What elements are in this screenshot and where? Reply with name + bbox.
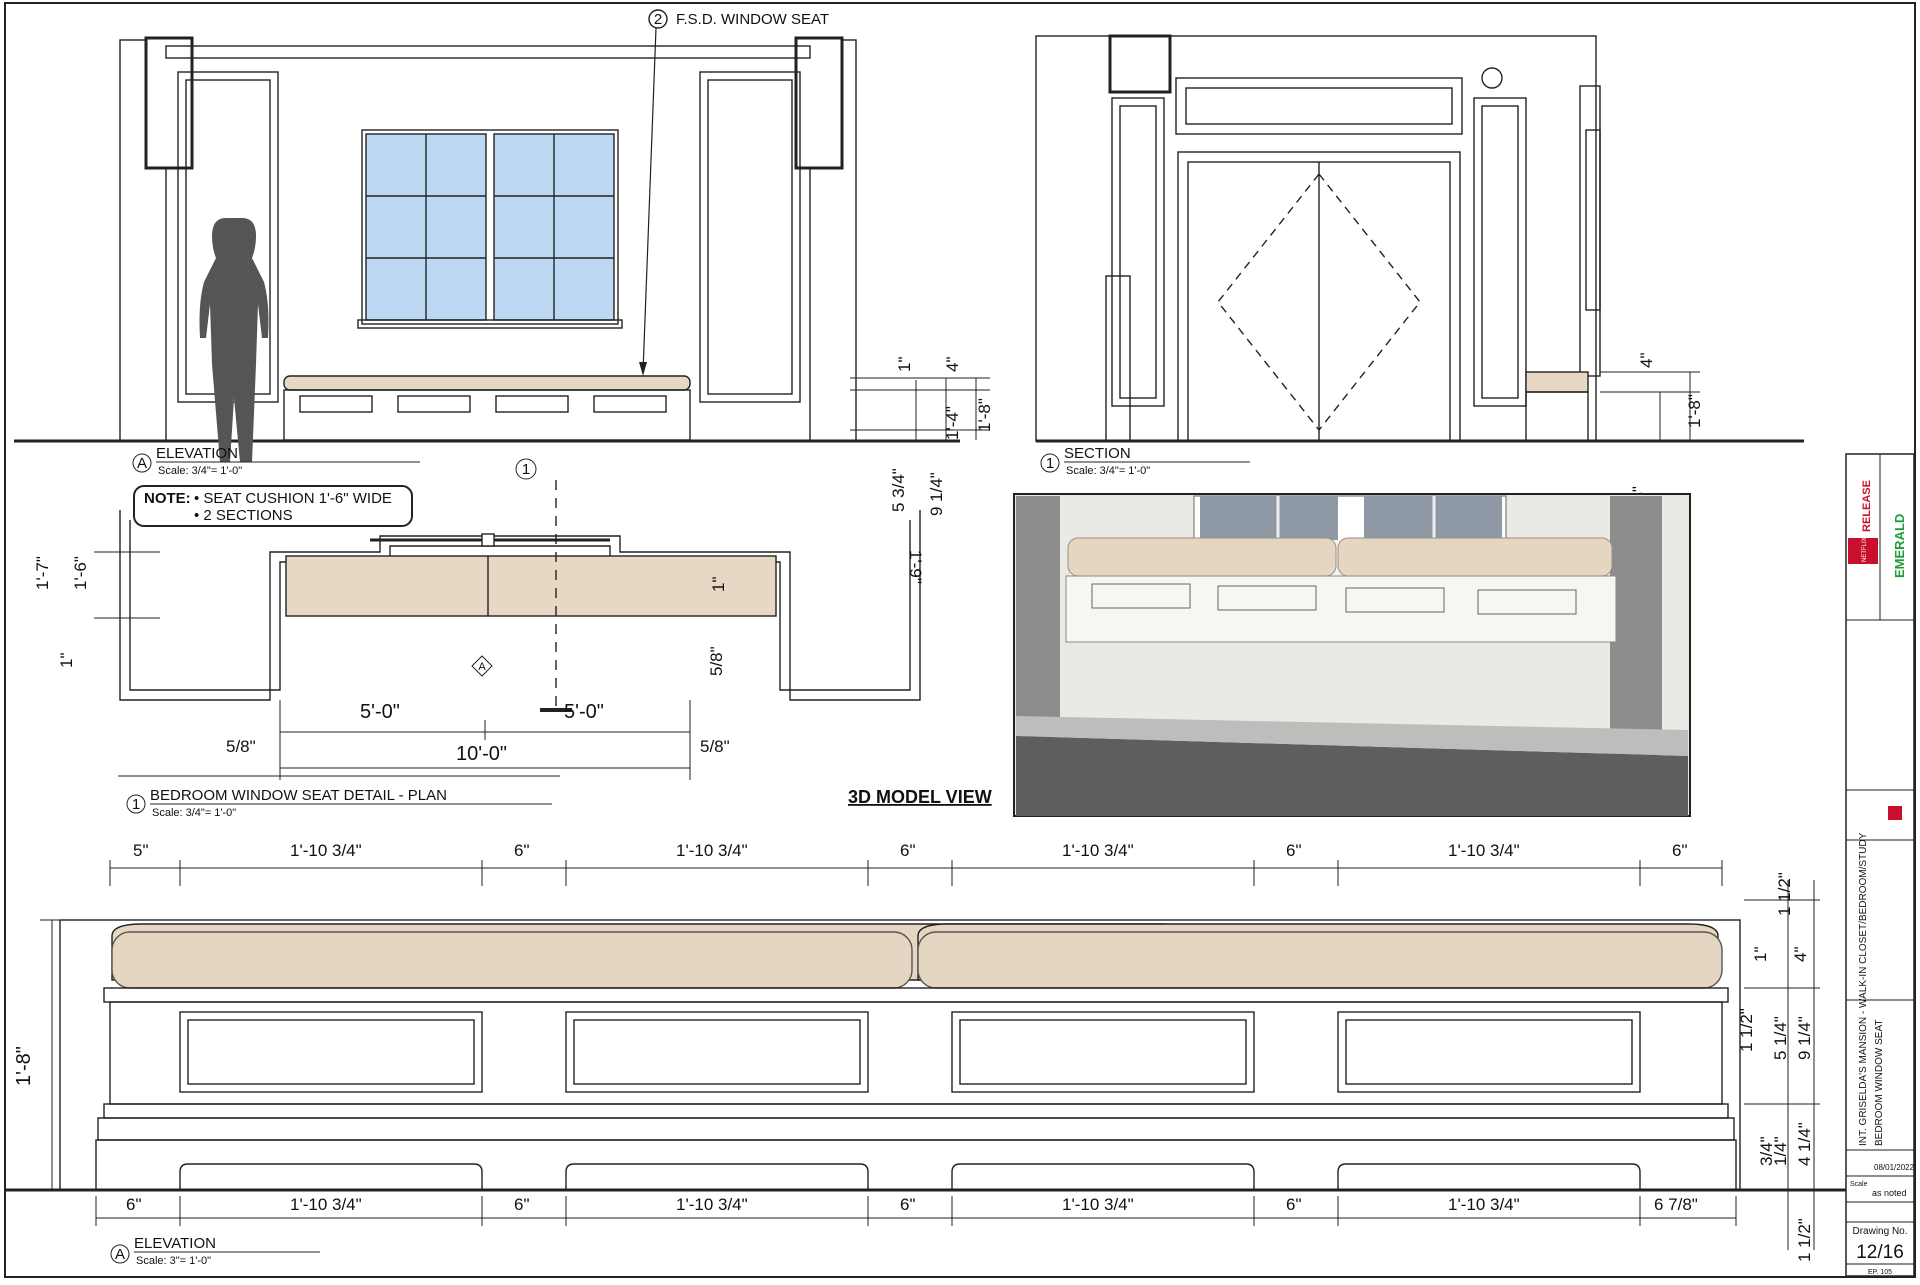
svg-text:1'-8": 1'-8" <box>975 398 994 432</box>
svg-text:1": 1" <box>57 653 76 669</box>
svg-text:1: 1 <box>522 461 530 478</box>
svg-text:1": 1" <box>895 357 914 373</box>
svg-text:1": 1" <box>709 577 728 593</box>
svg-text:1'-10 3/4": 1'-10 3/4" <box>290 1195 362 1214</box>
plan-elevation-marker: A <box>471 655 493 677</box>
callout-text: F.S.D. WINDOW SEAT <box>676 11 829 28</box>
svg-text:6": 6" <box>126 1195 142 1214</box>
svg-text:Scale: 3/4"= 1'-0": Scale: 3/4"= 1'-0" <box>1066 465 1150 477</box>
svg-text:6": 6" <box>1286 841 1302 860</box>
svg-text:5": 5" <box>133 841 149 860</box>
drawing-number: 12/16 <box>1856 1242 1904 1263</box>
section-view <box>1035 34 1804 443</box>
top-elevation-side-dims <box>850 377 990 441</box>
svg-text:1'-10 3/4": 1'-10 3/4" <box>676 1195 748 1214</box>
svg-text:1 1/2": 1 1/2" <box>1775 872 1794 916</box>
svg-text:6": 6" <box>514 841 530 860</box>
svg-text:1 1/2": 1 1/2" <box>1737 1008 1756 1052</box>
svg-text:1: 1 <box>1046 455 1054 472</box>
svg-text:5'-0": 5'-0" <box>564 701 604 723</box>
svg-text:1'-10 3/4": 1'-10 3/4" <box>1448 841 1520 860</box>
svg-text:1'-8": 1'-8" <box>1685 394 1704 428</box>
plan-section-marker: 1 <box>515 458 537 480</box>
svg-text:Scale: 3"= 1'-0": Scale: 3"= 1'-0" <box>136 1255 211 1267</box>
svg-text:5'-0": 5'-0" <box>360 701 400 723</box>
svg-text:1'-10 3/4": 1'-10 3/4" <box>1062 841 1134 860</box>
svg-text:ELEVATION: ELEVATION <box>134 1235 216 1252</box>
sheet-title: BEDROOM WINDOW SEAT <box>1874 1020 1885 1146</box>
svg-text:A: A <box>137 455 147 472</box>
svg-text:• SEAT CUSHION 1'-6" WIDE: • SEAT CUSHION 1'-6" WIDE <box>194 490 392 507</box>
svg-text:Scale: Scale <box>1850 1181 1868 1188</box>
svg-text:1": 1" <box>1751 947 1770 963</box>
scale-value: as noted <box>1872 1188 1907 1198</box>
section-label: 1 SECTION Scale: 3/4"= 1'-0" <box>1040 445 1250 477</box>
svg-text:1'-10 3/4": 1'-10 3/4" <box>676 841 748 860</box>
svg-text:6 7/8": 6 7/8" <box>1654 1195 1698 1214</box>
svg-text:1'-10 3/4": 1'-10 3/4" <box>1448 1195 1520 1214</box>
release-stamp: RELEASE <box>1861 480 1873 532</box>
svg-text:10'-0": 10'-0" <box>456 743 507 765</box>
bottom-elevation-label: A ELEVATION Scale: 3"= 1'-0" <box>110 1235 320 1267</box>
svg-text:A: A <box>115 1246 125 1263</box>
svg-text:5 3/4": 5 3/4" <box>889 468 908 512</box>
bottom-elevation <box>5 919 1850 1192</box>
window <box>357 129 623 329</box>
svg-text:4 1/4": 4 1/4" <box>1795 1122 1814 1166</box>
svg-text:Scale: 3/4"= 1'-0": Scale: 3/4"= 1'-0" <box>158 465 242 477</box>
svg-text:BEDROOM WINDOW SEAT DETAIL - P: BEDROOM WINDOW SEAT DETAIL - PLAN <box>150 787 447 804</box>
svg-text:1'-7": 1'-7" <box>33 556 52 590</box>
plan-note: NOTE: • SEAT CUSHION 1'-6" WIDE • 2 SECT… <box>133 485 413 527</box>
svg-text:1 1/2": 1 1/2" <box>1795 1218 1814 1262</box>
svg-text:SECTION: SECTION <box>1064 445 1131 462</box>
svg-text:5/8": 5/8" <box>700 737 730 756</box>
svg-text:1'-10 3/4": 1'-10 3/4" <box>1062 1195 1134 1214</box>
svg-text:9 1/4": 9 1/4" <box>1795 1016 1814 1060</box>
svg-text:ELEVATION: ELEVATION <box>156 445 238 462</box>
svg-text:NETFLIX: NETFLIX <box>1862 537 1868 562</box>
model-view-image <box>1013 493 1691 817</box>
svg-text:5/8": 5/8" <box>226 737 256 756</box>
svg-text:6": 6" <box>1286 1195 1302 1214</box>
svg-text:6": 6" <box>900 841 916 860</box>
svg-text:1: 1 <box>132 796 140 813</box>
svg-text:6": 6" <box>514 1195 530 1214</box>
episode: EP. 105 <box>1868 1269 1892 1276</box>
title-block: RELEASE NETFLIX EMERALD INT. GRISELDA'S … <box>1845 453 1915 1277</box>
date: 08/01/2022 <box>1874 1163 1915 1172</box>
top-seat <box>283 375 691 441</box>
svg-text:1'-6": 1'-6" <box>71 556 90 590</box>
svg-text:6": 6" <box>900 1195 916 1214</box>
callout-number: 2 <box>654 11 662 28</box>
top-elevation <box>14 36 960 443</box>
svg-text:4": 4" <box>1637 353 1656 369</box>
project-title: INT. GRISELDA'S MANSION - WALK-IN CLOSET… <box>1858 832 1869 1146</box>
svg-text:1'-4": 1'-4" <box>943 406 962 440</box>
svg-text:NOTE:: NOTE: <box>144 490 191 507</box>
human-scale-figure <box>199 218 269 462</box>
svg-text:1/4": 1/4" <box>1771 1136 1790 1166</box>
svg-text:5 1/4": 5 1/4" <box>1771 1016 1790 1060</box>
svg-text:Scale: 3/4"= 1'-0": Scale: 3/4"= 1'-0" <box>152 807 236 819</box>
svg-text:4": 4" <box>1791 947 1810 963</box>
svg-text:Drawing No.: Drawing No. <box>1852 1226 1907 1237</box>
svg-text:1'-9": 1'-9" <box>906 550 925 584</box>
bottom-top-dim-line <box>109 860 1723 886</box>
svg-text:5/8": 5/8" <box>707 646 726 676</box>
svg-text:1'-10 3/4": 1'-10 3/4" <box>290 841 362 860</box>
top-elevation-label: A ELEVATION Scale: 3/4"= 1'-0" <box>132 445 420 477</box>
svg-text:9 1/4": 9 1/4" <box>927 472 946 516</box>
drawing-canvas: 2 F.S.D. WINDOW SEAT A ELEVATION Scale: … <box>4 2 1916 1278</box>
model-view-caption: 3D MODEL VIEW <box>848 787 992 807</box>
drawing-sheet: 2 F.S.D. WINDOW SEAT A ELEVATION Scale: … <box>0 0 1920 1280</box>
emerald-logo: EMERALD <box>1892 514 1907 578</box>
svg-text:4": 4" <box>943 357 962 373</box>
svg-text:6": 6" <box>1672 841 1688 860</box>
svg-text:1'-8": 1'-8" <box>13 1046 35 1086</box>
svg-text:A: A <box>478 661 486 673</box>
plan-label: 1 BEDROOM WINDOW SEAT DETAIL - PLAN Scal… <box>126 787 552 819</box>
svg-text:• 2 SECTIONS: • 2 SECTIONS <box>194 507 293 524</box>
